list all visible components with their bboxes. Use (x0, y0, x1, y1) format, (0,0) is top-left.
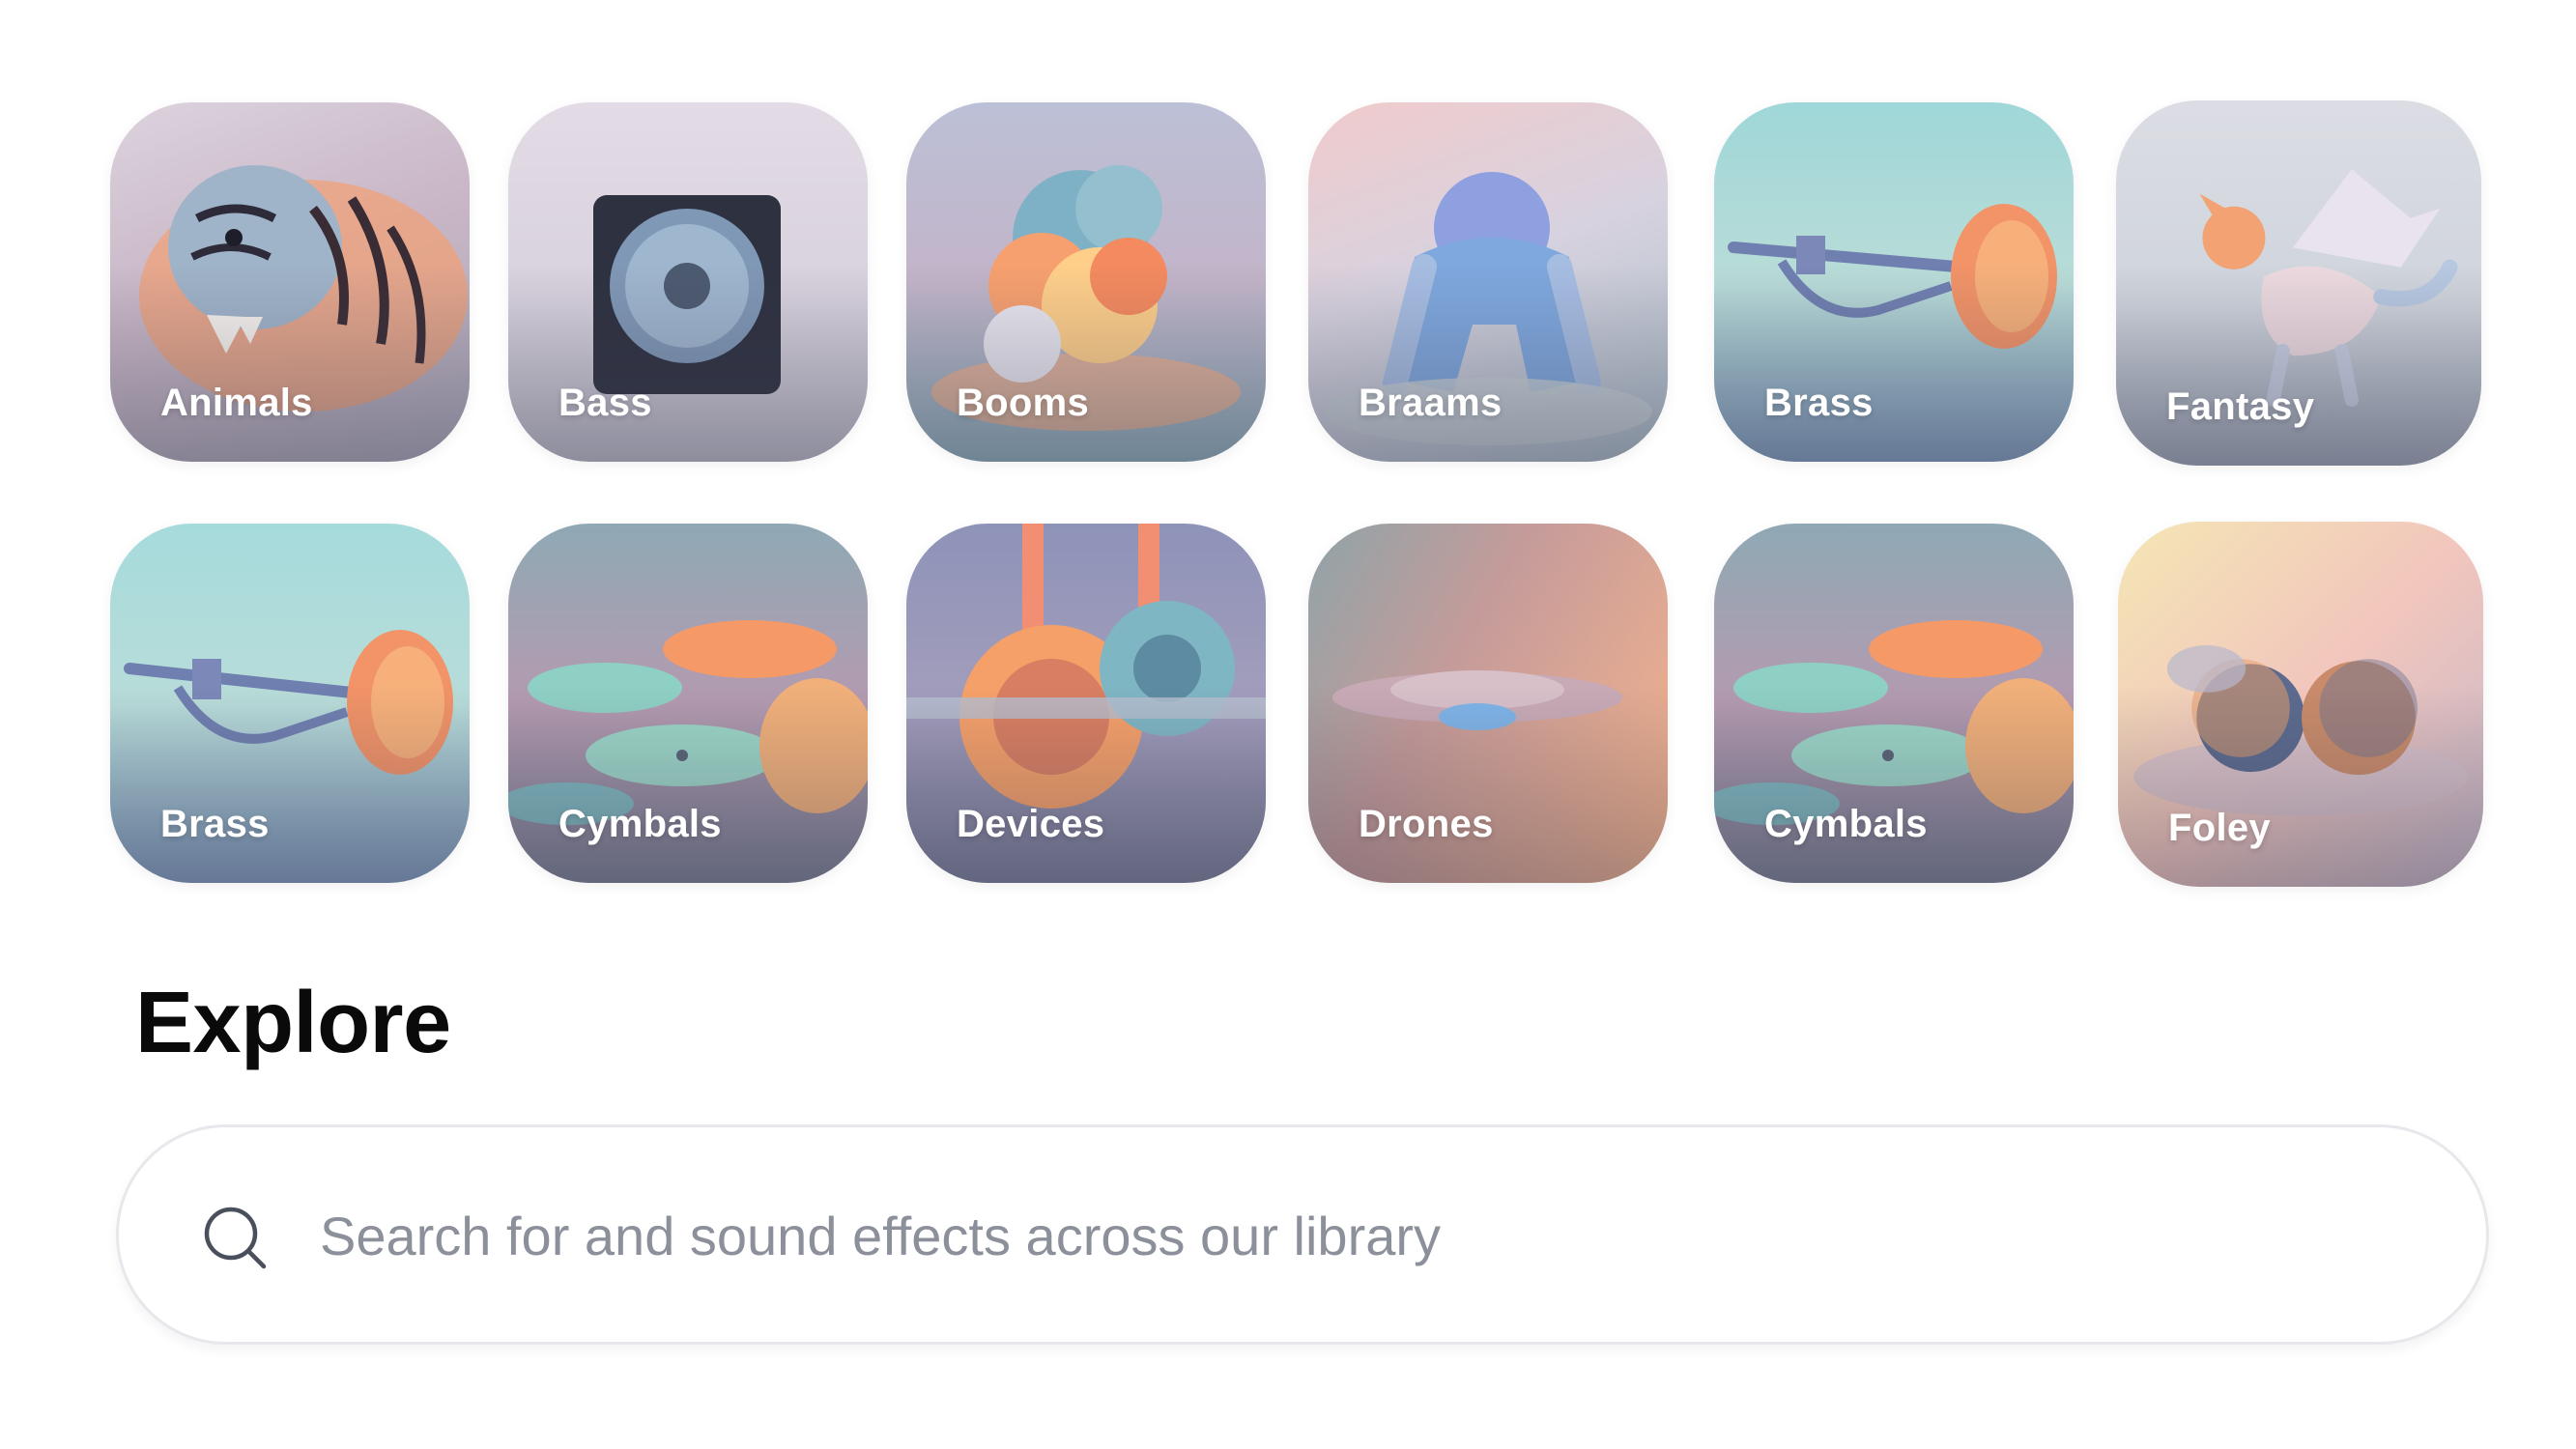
category-tile-bass[interactable]: Bass (508, 102, 868, 462)
category-label: Cymbals (558, 803, 722, 845)
label-shade (2116, 265, 2481, 466)
category-label: Brass (1764, 382, 1874, 424)
category-tile-braams[interactable]: Braams (1308, 102, 1668, 462)
category-tile-animals[interactable]: Animals (110, 102, 470, 462)
category-tile-drones[interactable]: Drones (1308, 524, 1668, 883)
section-title-explore: Explore (135, 975, 451, 1071)
category-label: Animals (160, 382, 313, 424)
category-tile-brass[interactable]: Brass (1714, 102, 2074, 462)
label-shade (906, 685, 1266, 883)
category-label: Fantasy (2166, 385, 2315, 428)
label-shade (1308, 685, 1668, 883)
label-shade (110, 685, 470, 883)
category-label: Brass (160, 803, 270, 845)
label-shade (508, 685, 868, 883)
category-tile-booms[interactable]: Booms (906, 102, 1266, 462)
search-icon (204, 1207, 267, 1269)
category-tile-devices[interactable]: Devices (906, 524, 1266, 883)
category-tile-brass-2[interactable]: Brass (110, 524, 470, 883)
label-shade (1714, 264, 2074, 462)
label-shade (508, 264, 868, 462)
label-shade (906, 264, 1266, 462)
category-label: Bass (558, 382, 652, 424)
search-input[interactable] (320, 1176, 2426, 1295)
category-label: Devices (957, 803, 1105, 845)
label-shade (1308, 264, 1668, 462)
category-label: Booms (957, 382, 1090, 424)
category-label: Braams (1359, 382, 1503, 424)
category-tile-foley[interactable]: Foley (2118, 522, 2483, 887)
category-tile-cymbals-2[interactable]: Cymbals (1714, 524, 2074, 883)
label-shade (1714, 685, 2074, 883)
category-label: Drones (1359, 803, 1494, 845)
category-label: Foley (2168, 807, 2271, 849)
label-shade (2118, 686, 2483, 887)
category-tile-cymbals[interactable]: Cymbals (508, 524, 868, 883)
search-bar[interactable] (116, 1124, 2489, 1345)
label-shade (110, 264, 470, 462)
category-tile-fantasy[interactable]: Fantasy (2116, 100, 2481, 466)
category-label: Cymbals (1764, 803, 1928, 845)
